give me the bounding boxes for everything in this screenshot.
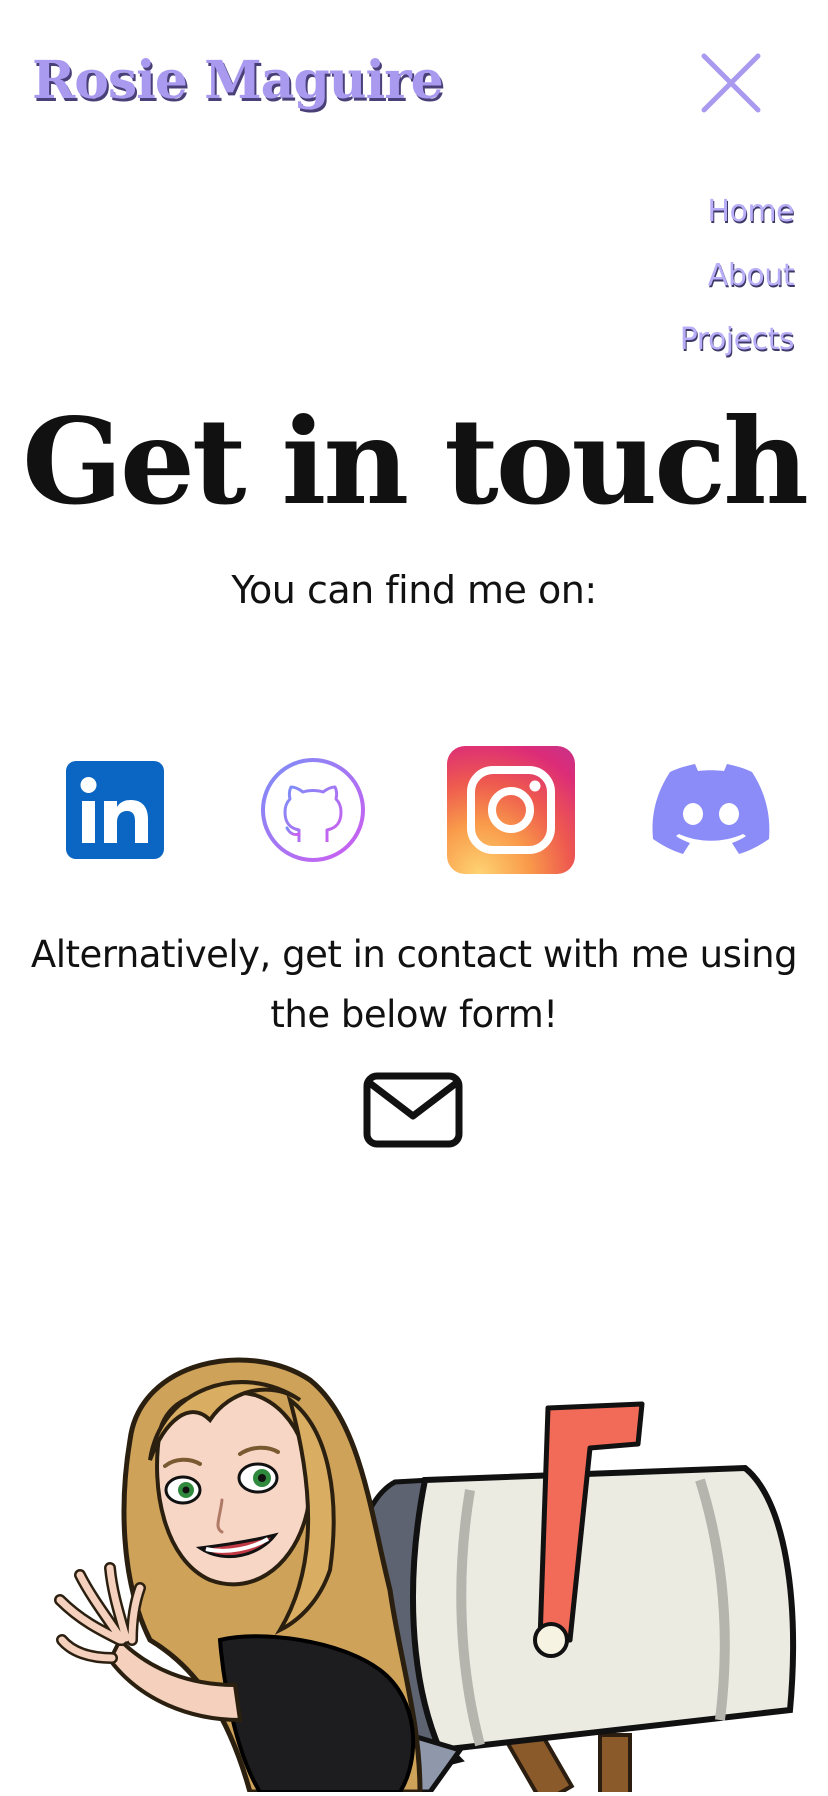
linkedin-link[interactable] bbox=[50, 745, 180, 875]
bitmoji-mailbox-illustration bbox=[0, 1340, 828, 1796]
site-logo[interactable]: Rosie Maguire bbox=[32, 50, 444, 111]
close-menu-button[interactable] bbox=[700, 52, 762, 114]
contact-form-button[interactable] bbox=[363, 1072, 463, 1148]
nav-item-about[interactable]: About bbox=[680, 252, 795, 316]
github-icon bbox=[261, 758, 365, 862]
nav-item-projects[interactable]: Projects bbox=[680, 316, 795, 380]
page-title: Get in touch bbox=[22, 392, 809, 531]
social-links bbox=[0, 745, 828, 885]
envelope-icon bbox=[363, 1072, 463, 1148]
github-link[interactable] bbox=[248, 745, 378, 875]
nav-item-home[interactable]: Home bbox=[680, 188, 794, 252]
instagram-icon bbox=[447, 746, 575, 874]
discord-icon bbox=[652, 764, 770, 854]
nav-menu: Home About Projects bbox=[680, 188, 795, 380]
instagram-link[interactable] bbox=[446, 745, 576, 875]
close-icon bbox=[701, 53, 761, 113]
discord-link[interactable] bbox=[646, 745, 776, 875]
contact-form-intro-text: Alternatively, get in contact with me us… bbox=[30, 933, 798, 1036]
linkedin-icon bbox=[66, 761, 164, 859]
socials-intro-text: You can find me on: bbox=[231, 568, 597, 612]
